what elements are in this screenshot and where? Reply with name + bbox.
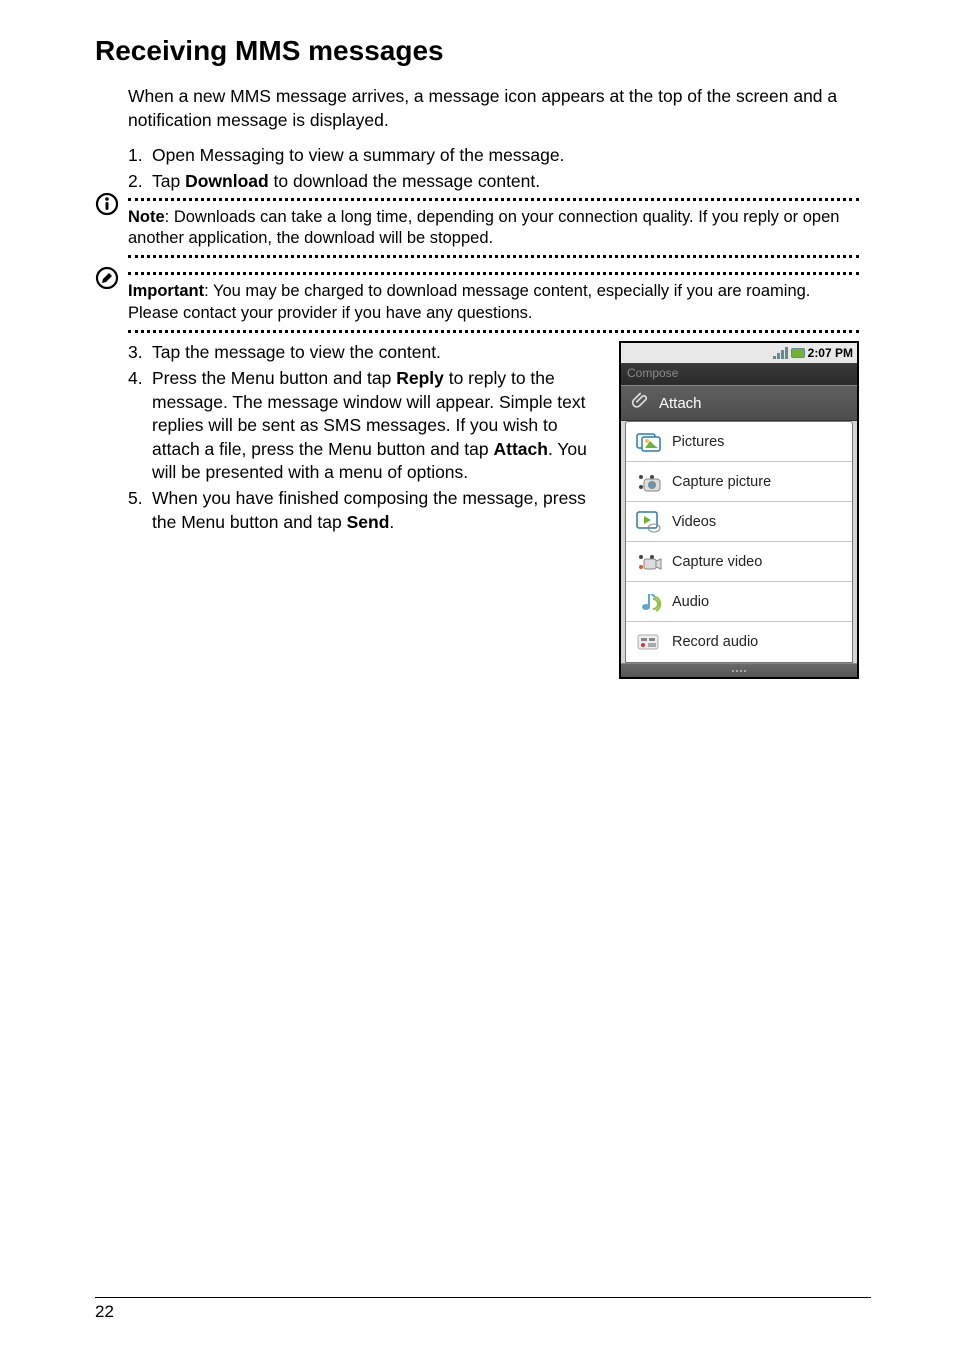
step-bold-send: Send	[347, 512, 390, 532]
camera-icon	[636, 470, 662, 494]
menu-item-capture-picture[interactable]: Capture picture	[626, 462, 852, 502]
intro-paragraph: When a new MMS message arrives, a messag…	[95, 85, 859, 132]
pin-icon	[95, 266, 119, 295]
clock-time: 2:07 PM	[808, 346, 853, 360]
heading-receiving-mms: Receiving MMS messages	[95, 35, 859, 67]
attach-menu-list: Pictures Capture picture Videos	[625, 421, 853, 663]
audio-icon	[636, 590, 662, 614]
battery-icon	[791, 348, 805, 358]
step-1: 1. Open Messaging to view a summary of t…	[128, 144, 859, 168]
phone-screenshot: 2:07 PM Compose Attach Pictures	[619, 341, 859, 679]
status-bar: 2:07 PM	[621, 343, 857, 363]
menu-label: Videos	[672, 514, 716, 530]
step-3: 3. Tap the message to view the content.	[128, 341, 607, 365]
step-number: 5.	[128, 487, 143, 511]
attach-label: Attach	[659, 395, 702, 412]
step-4: 4. Press the Menu button and tap Reply t…	[128, 367, 607, 485]
menu-item-videos[interactable]: Videos	[626, 502, 852, 542]
menu-item-capture-video[interactable]: Capture video	[626, 542, 852, 582]
attach-header[interactable]: Attach	[621, 385, 857, 421]
menu-item-audio[interactable]: Audio	[626, 582, 852, 622]
step-number: 3.	[128, 341, 143, 365]
footer-separator	[95, 1297, 871, 1298]
nav-bar-bottom	[621, 663, 857, 677]
note-body: : Downloads can take a long time, depend…	[128, 208, 839, 247]
videos-icon	[636, 510, 662, 534]
dotted-separator	[128, 272, 859, 275]
step-bold-reply: Reply	[396, 368, 444, 388]
step-5: 5. When you have finished composing the …	[128, 487, 607, 534]
dotted-separator	[128, 330, 859, 333]
step-bold-download: Download	[185, 171, 269, 191]
step-bold-attach: Attach	[493, 439, 547, 459]
signal-icon	[773, 347, 788, 359]
menu-item-record-audio[interactable]: Record audio	[626, 622, 852, 662]
step-text: Open Messaging to view a summary of the …	[152, 145, 564, 165]
camcorder-icon	[636, 550, 662, 574]
paperclip-icon	[631, 391, 651, 415]
step-text-pre: Tap	[152, 171, 185, 191]
menu-label: Capture video	[672, 554, 762, 570]
step-number: 2.	[128, 170, 143, 194]
step-text: Tap the message to view the content.	[152, 342, 441, 362]
step-text-pre: Press the Menu button and tap	[152, 368, 396, 388]
step-text-post: .	[389, 512, 394, 532]
step-2: 2. Tap Download to download the message …	[128, 170, 859, 194]
dotted-separator	[128, 255, 859, 258]
step-number: 1.	[128, 144, 143, 168]
note-callout: Note: Downloads can take a long time, de…	[128, 205, 859, 252]
important-body: : You may be charged to download message…	[128, 282, 810, 321]
menu-label: Record audio	[672, 634, 758, 650]
dotted-separator	[128, 198, 859, 201]
important-callout: Important: You may be charged to downloa…	[128, 279, 859, 326]
page-number: 22	[95, 1298, 130, 1322]
record-audio-icon	[636, 630, 662, 654]
menu-label: Pictures	[672, 434, 724, 450]
menu-label: Audio	[672, 594, 709, 610]
important-label: Important	[128, 282, 204, 300]
note-label: Note	[128, 208, 165, 226]
step-text-post: to download the message content.	[269, 171, 540, 191]
menu-label: Capture picture	[672, 474, 771, 490]
step-number: 4.	[128, 367, 143, 391]
compose-header: Compose	[621, 363, 857, 385]
note-icon	[95, 192, 119, 221]
pictures-icon	[636, 430, 662, 454]
menu-item-pictures[interactable]: Pictures	[626, 422, 852, 462]
